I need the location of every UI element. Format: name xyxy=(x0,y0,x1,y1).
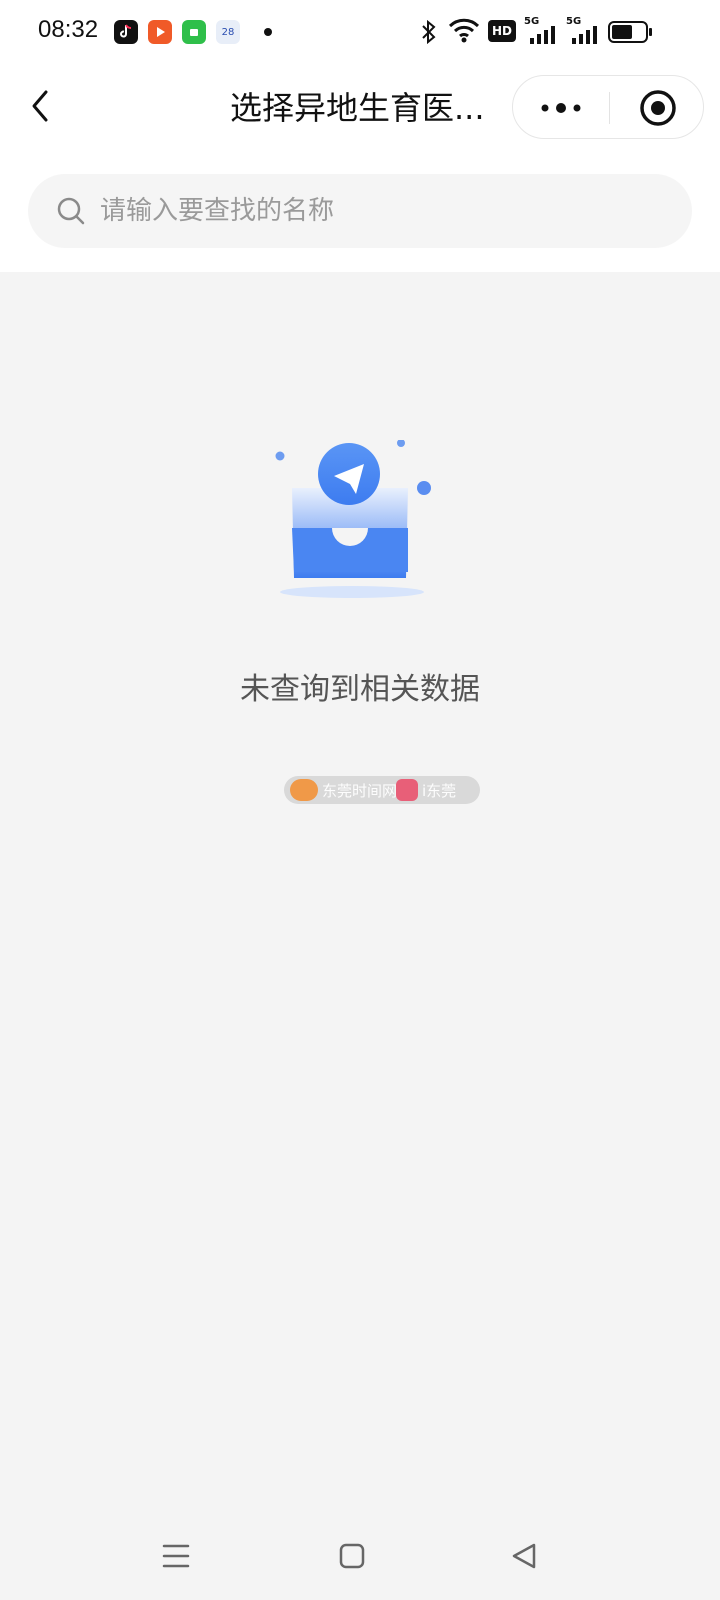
menu-button[interactable] xyxy=(156,1536,196,1576)
menu-icon xyxy=(162,1544,190,1568)
status-bar: 08:32 28 HD 5G 5G xyxy=(0,0,720,64)
search-box[interactable] xyxy=(28,174,692,248)
back-button[interactable] xyxy=(22,84,62,128)
brand-logo-icon xyxy=(290,779,318,801)
search-area xyxy=(0,164,720,272)
notification-dot-icon xyxy=(264,28,272,36)
search-icon xyxy=(57,197,85,225)
page-title: 选择异地生育医... xyxy=(230,89,485,127)
hd-icon: HD xyxy=(488,20,516,42)
nav-bar: 选择异地生育医... xyxy=(0,64,720,164)
search-input[interactable] xyxy=(100,174,660,248)
mini-program-capsule xyxy=(512,75,704,139)
wifi-icon xyxy=(448,18,480,43)
target-close-icon xyxy=(639,90,676,126)
watermark: 东莞时间网 i东莞 xyxy=(284,776,480,804)
system-back-button[interactable] xyxy=(504,1536,544,1576)
video-play-icon xyxy=(148,20,172,44)
more-dots-icon xyxy=(541,103,581,113)
chevron-left-icon xyxy=(32,90,48,122)
battery-icon xyxy=(608,21,652,43)
empty-inbox-illustration xyxy=(275,440,431,598)
signal-5g-icon: 5G xyxy=(524,16,558,44)
home-button[interactable] xyxy=(332,1536,372,1576)
signal-5g-icon: 5G xyxy=(566,16,600,44)
close-button[interactable] xyxy=(610,76,705,140)
back-triangle-icon xyxy=(512,1543,536,1569)
home-icon xyxy=(339,1543,365,1569)
bluetooth-icon xyxy=(422,20,436,44)
calendar-icon: 28 xyxy=(216,20,240,44)
status-time: 08:32 xyxy=(38,16,99,43)
tiktok-icon xyxy=(114,20,138,44)
more-button[interactable] xyxy=(513,76,609,140)
brand-logo-icon xyxy=(396,779,418,801)
empty-message: 未查询到相关数据 xyxy=(240,672,480,707)
system-nav-bar xyxy=(0,1510,720,1600)
watermark-brand1: 东莞时间网 xyxy=(322,782,398,800)
app-store-icon xyxy=(182,20,206,44)
watermark-brand2: i东莞 xyxy=(422,782,457,800)
